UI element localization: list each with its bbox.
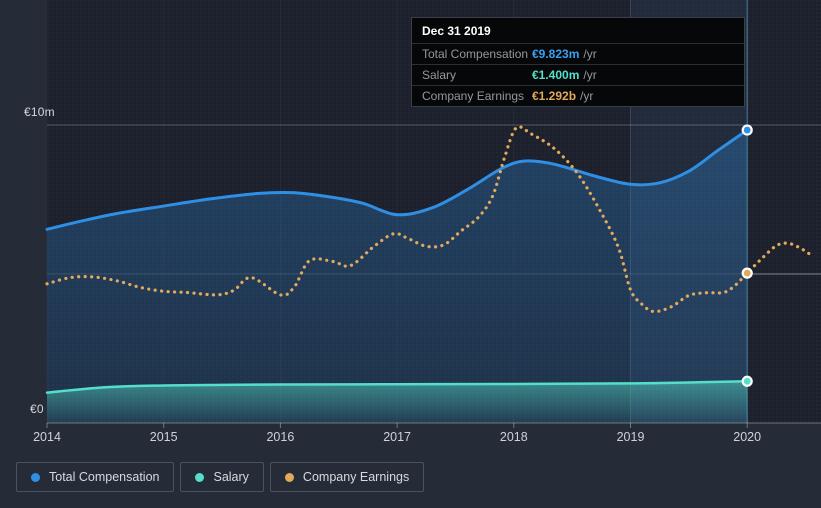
tooltip-unit: /yr <box>583 47 596 61</box>
tooltip-row-salary: Salary €1.400m /yr <box>412 64 744 85</box>
legend-label: Company Earnings <box>303 470 409 484</box>
tooltip-value: €1.292b <box>532 89 576 103</box>
legend-label: Total Compensation <box>49 470 159 484</box>
tooltip-label: Salary <box>422 68 532 82</box>
x-axis-label: 2014 <box>25 430 69 444</box>
total-compensation-dot-icon <box>31 473 40 482</box>
tooltip-value: €9.823m <box>532 47 579 61</box>
compensation-chart-page: { "tooltip": { "date": "Dec 31 2019", "r… <box>0 0 821 508</box>
legend-item-salary[interactable]: Salary <box>180 462 263 492</box>
legend-item-total-compensation[interactable]: Total Compensation <box>16 462 174 492</box>
legend-label: Salary <box>213 470 248 484</box>
company-earnings-dot-icon <box>285 473 294 482</box>
legend: Total Compensation Salary Company Earnin… <box>16 462 424 492</box>
tooltip-label: Company Earnings <box>422 89 532 103</box>
salary-dot-icon <box>195 473 204 482</box>
legend-item-company-earnings[interactable]: Company Earnings <box>270 462 424 492</box>
tooltip-row-company-earnings: Company Earnings €1.292b /yr <box>412 85 744 106</box>
tooltip-value: €1.400m <box>532 68 579 82</box>
y-axis-label-bottom: €0 <box>30 402 44 416</box>
x-axis-label: 2015 <box>142 430 186 444</box>
tooltip-row-total-compensation: Total Compensation €9.823m /yr <box>412 43 744 64</box>
tooltip-label: Total Compensation <box>422 47 532 61</box>
tooltip-unit: /yr <box>583 68 596 82</box>
x-axis-label: 2020 <box>725 430 769 444</box>
y-axis-label-top: €10m <box>24 105 55 119</box>
chart-tooltip: Dec 31 2019 Total Compensation €9.823m /… <box>411 17 745 107</box>
chart-area: €10m €0 2014 2015 2016 2017 2018 2019 2020 Dec… <box>0 0 821 450</box>
x-axis-label: 2019 <box>609 430 653 444</box>
x-axis-label: 2016 <box>258 430 302 444</box>
x-axis-label: 2018 <box>492 430 536 444</box>
tooltip-unit: /yr <box>580 89 593 103</box>
tooltip-date: Dec 31 2019 <box>412 18 744 43</box>
x-axis-label: 2017 <box>375 430 419 444</box>
